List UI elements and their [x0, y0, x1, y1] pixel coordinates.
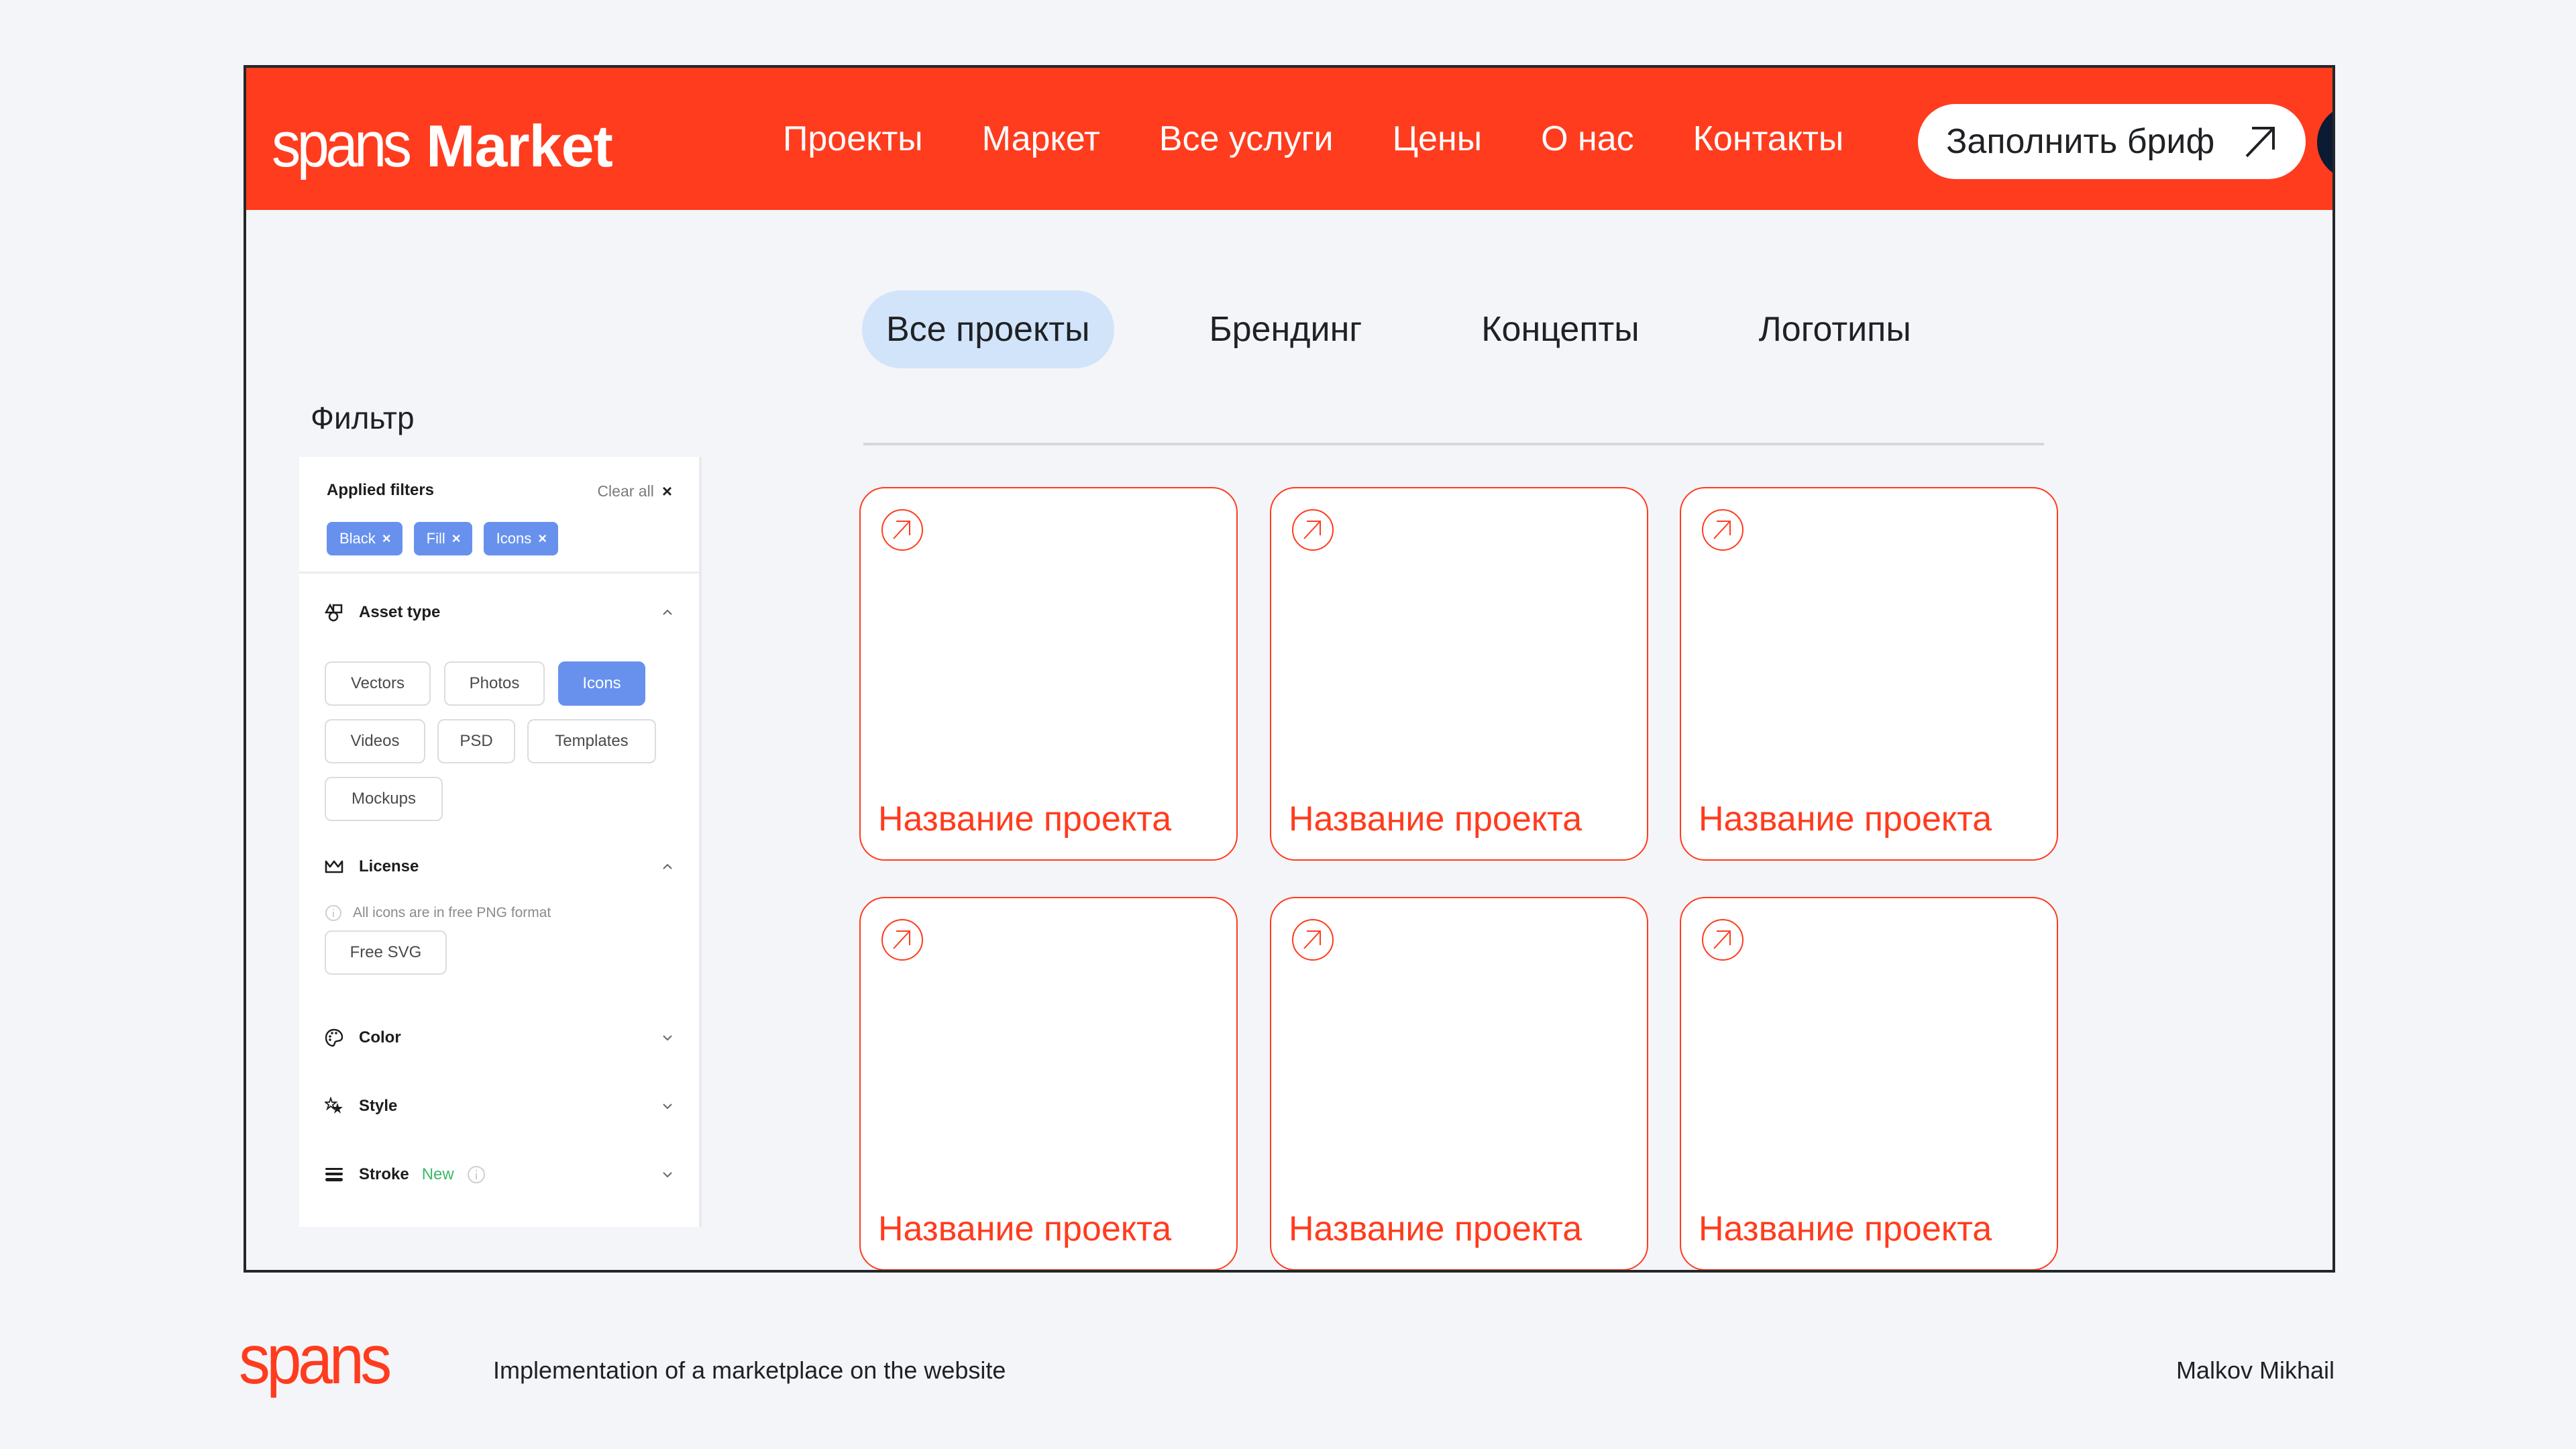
- stars-icon: [325, 1097, 343, 1116]
- remove-icon[interactable]: ×: [452, 530, 461, 547]
- footer-author: Malkov Mikhail: [2176, 1356, 2334, 1384]
- option-mockups[interactable]: Mockups: [325, 777, 443, 821]
- tabs-divider: [863, 443, 2044, 445]
- option-photos[interactable]: Photos: [444, 661, 545, 706]
- project-tabs: Все проекты Брендинг Концепты Логотипы: [862, 290, 1935, 368]
- project-name: Название проекта: [1289, 1210, 1582, 1248]
- crown-icon: [325, 857, 343, 876]
- section-color[interactable]: Color: [325, 1024, 674, 1051]
- filter-title: Фильтр: [311, 400, 415, 435]
- chevron-down-icon: [663, 1035, 672, 1041]
- chevron-up-icon: [663, 863, 672, 869]
- nav-item-projects[interactable]: Проекты: [783, 119, 923, 159]
- info-icon: [325, 905, 341, 921]
- panel-divider: [299, 572, 699, 574]
- filter-chip-black[interactable]: Black ×: [327, 522, 402, 555]
- section-title: Color: [359, 1028, 401, 1046]
- menu-circle-button[interactable]: [2317, 105, 2332, 180]
- project-card[interactable]: Название проекта: [859, 897, 1238, 1270]
- option-psd[interactable]: PSD: [437, 719, 515, 763]
- project-card[interactable]: Название проекта: [1680, 897, 2058, 1270]
- remove-icon[interactable]: ×: [382, 530, 391, 547]
- clear-all-label: Clear all: [597, 482, 654, 500]
- applied-filters-title: Applied filters: [327, 481, 435, 499]
- logo-product: Market: [426, 113, 613, 179]
- chip-label: Black: [339, 530, 376, 547]
- remove-icon[interactable]: ×: [538, 530, 547, 547]
- section-style[interactable]: Style: [325, 1093, 674, 1120]
- tab-concepts[interactable]: Концепты: [1457, 290, 1663, 368]
- project-name: Название проекта: [1289, 800, 1582, 839]
- main-nav: Проекты Маркет Все услуги Цены О нас Кон…: [783, 68, 1843, 210]
- arrow-circle-icon: [1702, 509, 1743, 551]
- option-icons[interactable]: Icons: [558, 661, 645, 706]
- license-note-text: All icons are in free PNG format: [353, 905, 551, 920]
- section-title: License: [359, 857, 419, 875]
- arrow-circle-icon: [881, 509, 923, 551]
- nav-item-about[interactable]: О нас: [1541, 119, 1634, 159]
- chevron-up-icon: [663, 609, 672, 615]
- nav-item-services[interactable]: Все услуги: [1159, 119, 1334, 159]
- arrow-up-right-icon: [2245, 127, 2275, 158]
- section-license[interactable]: License: [325, 853, 674, 880]
- logo-word: spans: [272, 109, 412, 180]
- chevron-down-icon: [663, 1104, 672, 1110]
- section-title: Style: [359, 1097, 398, 1115]
- arrow-circle-icon: [881, 919, 923, 961]
- footer-caption: Implementation of a marketplace on the w…: [493, 1356, 1006, 1384]
- project-name: Название проекта: [1699, 1210, 1992, 1248]
- chip-label: Icons: [496, 530, 532, 547]
- arrow-circle-icon: [1292, 509, 1334, 551]
- info-icon[interactable]: [467, 1165, 486, 1184]
- arrow-circle-icon: [1292, 919, 1334, 961]
- tab-logos[interactable]: Логотипы: [1735, 290, 1935, 368]
- fill-brief-button[interactable]: Заполнить бриф: [1918, 104, 2306, 179]
- section-title: Asset type: [359, 603, 441, 621]
- license-note: All icons are in free PNG format: [325, 904, 551, 922]
- section-asset-type[interactable]: Asset type: [325, 599, 674, 626]
- option-vectors[interactable]: Vectors: [325, 661, 431, 706]
- filter-chip-icons[interactable]: Icons ×: [483, 522, 559, 555]
- section-title: Stroke: [359, 1165, 409, 1183]
- palette-icon: [325, 1028, 343, 1047]
- website-mockup-frame: spans Market Проекты Маркет Все услуги Ц…: [244, 65, 2335, 1273]
- arrow-circle-icon: [1702, 919, 1743, 961]
- section-stroke[interactable]: Stroke New: [325, 1161, 674, 1188]
- site-logo[interactable]: spans Market: [272, 108, 613, 182]
- filter-chip-fill[interactable]: Fill ×: [413, 522, 472, 555]
- project-name: Название проекта: [1699, 800, 1992, 839]
- project-card[interactable]: Название проекта: [1680, 487, 2058, 861]
- footer-logo: spans: [239, 1321, 392, 1399]
- option-free-svg[interactable]: Free SVG: [325, 930, 447, 975]
- clear-all-button[interactable]: Clear all ×: [597, 481, 672, 502]
- nav-item-market[interactable]: Маркет: [982, 119, 1100, 159]
- applied-filter-chips: Black × Fill × Icons ×: [327, 522, 570, 555]
- project-name: Название проекта: [878, 800, 1172, 839]
- site-header: spans Market Проекты Маркет Все услуги Ц…: [246, 68, 2332, 210]
- chevron-down-icon: [663, 1172, 672, 1178]
- nav-item-contacts[interactable]: Контакты: [1693, 119, 1844, 159]
- shapes-icon: [325, 603, 343, 622]
- option-templates[interactable]: Templates: [527, 719, 656, 763]
- tab-branding[interactable]: Брендинг: [1185, 290, 1387, 368]
- project-card[interactable]: Название проекта: [1270, 487, 1648, 861]
- option-videos[interactable]: Videos: [325, 719, 425, 763]
- fill-brief-label: Заполнить бриф: [1946, 122, 2215, 161]
- filter-panel: Applied filters Clear all × Black × Fill ×…: [299, 457, 702, 1227]
- project-name: Название проекта: [878, 1210, 1172, 1248]
- project-card[interactable]: Название проекта: [1270, 897, 1648, 1270]
- nav-item-prices[interactable]: Цены: [1393, 119, 1482, 159]
- chip-label: Fill: [426, 530, 445, 547]
- close-icon: ×: [661, 481, 672, 501]
- stroke-weight-icon: [325, 1165, 343, 1184]
- project-card[interactable]: Название проекта: [859, 487, 1238, 861]
- tab-all-projects[interactable]: Все проекты: [862, 290, 1114, 368]
- new-badge: New: [421, 1165, 454, 1183]
